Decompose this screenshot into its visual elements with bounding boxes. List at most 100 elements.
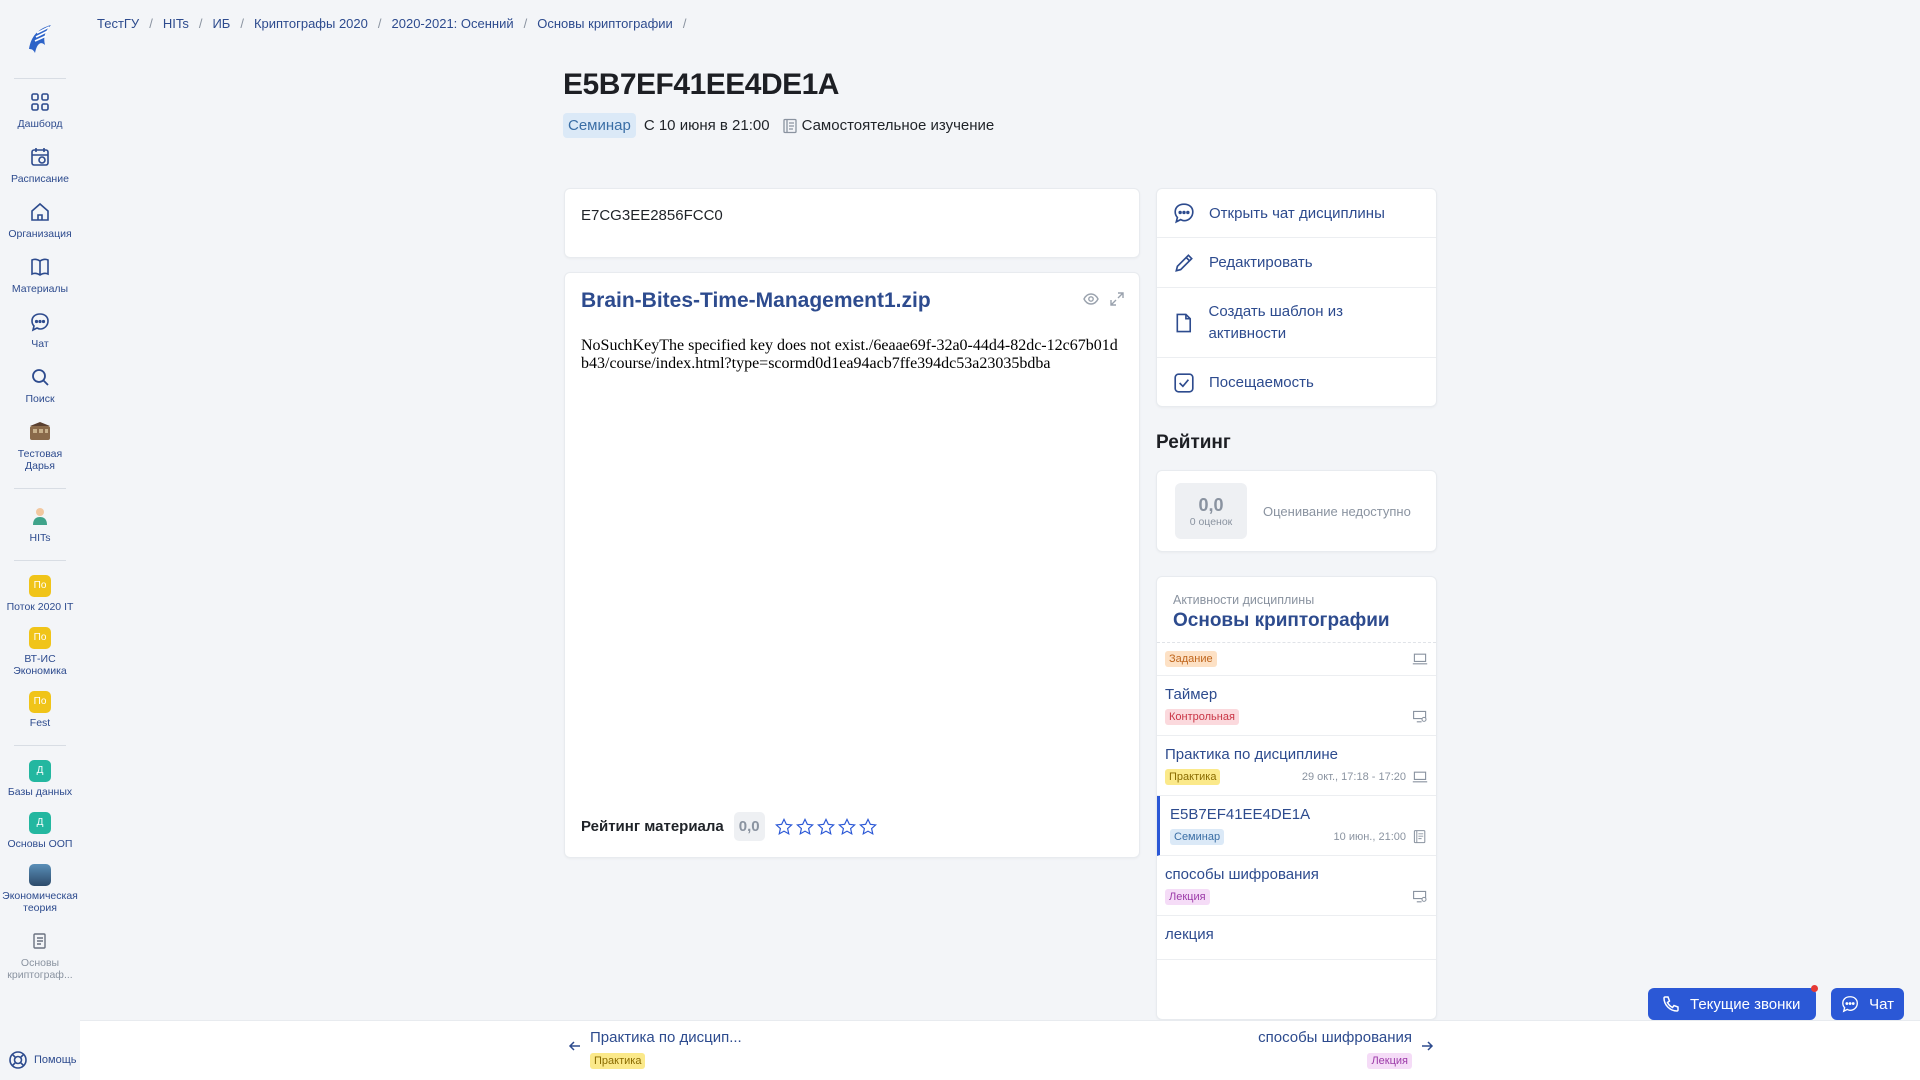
lifebuoy-icon <box>9 1051 27 1069</box>
sidebar-course-item[interactable]: Д Основы ООП <box>0 812 80 850</box>
checkbox-icon <box>1174 372 1194 393</box>
breadcrumb-separator: / <box>198 16 203 31</box>
sidebar: Дашборд Расписание Организация Материалы… <box>0 0 80 1080</box>
search-icon <box>27 364 53 390</box>
breadcrumb-item[interactable]: 2020-2021: Осенний <box>392 16 514 31</box>
activity-tag: Практика <box>1165 769 1221 785</box>
sidebar-item-materials[interactable]: Материалы <box>0 254 80 295</box>
sidebar-item-chat[interactable]: Чат <box>0 309 80 350</box>
breadcrumb-item[interactable]: Основы криптографии <box>537 16 673 31</box>
rating-card: 0,0 0 оценок Оценивание недоступно <box>1156 470 1437 552</box>
bottom-navigation: Практика по дисцип... Практика способы ш… <box>80 1020 1920 1080</box>
activity-mode: Самостоятельное изучение <box>782 117 995 134</box>
book-icon <box>27 254 53 280</box>
edit-action[interactable]: Редактировать <box>1157 238 1436 288</box>
chat-icon <box>1174 203 1194 224</box>
sidebar-group-item[interactable]: По Fest <box>0 691 80 729</box>
activity-item[interactable]: способы шифрования Лекция <box>1157 856 1436 916</box>
sidebar-item-label: Чат <box>31 338 49 350</box>
rating-heading: Рейтинг <box>1156 432 1231 453</box>
activity-tag: Семинар <box>1170 829 1225 845</box>
activity-meta: Практика 29 окт., 17:18 - 17:20 <box>1165 769 1428 785</box>
star-icon[interactable] <box>858 817 877 836</box>
star-icon[interactable] <box>837 817 856 836</box>
help-button[interactable]: Помощь <box>8 1050 77 1070</box>
hits-avatar-icon <box>27 503 53 529</box>
notification-dot <box>1811 985 1818 992</box>
rating-stars[interactable] <box>774 817 877 836</box>
sidebar-course-item[interactable]: Д Базы данных <box>0 760 80 798</box>
sidebar-item-label: Базы данных <box>7 786 73 798</box>
logo-icon[interactable] <box>22 18 58 58</box>
sidebar-item-label: Организация <box>8 228 72 240</box>
sidebar-item-dashboard[interactable]: Дашборд <box>0 89 80 130</box>
discipline-name[interactable]: Основы криптографии <box>1173 610 1420 632</box>
prev-activity-link[interactable]: Практика по дисцип... Практика <box>568 1029 742 1069</box>
current-calls-button[interactable]: Текущие звонки <box>1648 988 1816 1020</box>
next-activity-link[interactable]: способы шифрования Лекция <box>1258 1029 1434 1069</box>
document-icon <box>1176 313 1192 332</box>
calendar-icon <box>27 144 53 170</box>
attendance-action[interactable]: Посещаемость <box>1157 358 1436 407</box>
file-name-link[interactable]: Brain-Bites-Time-Management1.zip <box>581 289 931 313</box>
sidebar-course-item[interactable]: Экономическая теория <box>0 864 80 914</box>
star-icon[interactable] <box>795 817 814 836</box>
sidebar-item-label: Fest <box>29 717 51 729</box>
next-activity-label: способы шифрования <box>1258 1029 1412 1046</box>
sidebar-item-test-darya[interactable]: Тестовая Дарья <box>0 419 80 472</box>
arrow-right-icon <box>1422 1041 1434 1051</box>
activity-item[interactable]: Практика по дисциплине Практика 29 окт., 1… <box>1157 736 1436 796</box>
file-actions <box>1083 291 1125 307</box>
sidebar-course-item-current[interactable]: Основы криптограф... <box>0 928 80 981</box>
activity-item[interactable]: лекция <box>1157 916 1436 960</box>
course-image-icon <box>29 864 51 886</box>
breadcrumb-separator: / <box>523 16 528 31</box>
eye-icon[interactable] <box>1083 291 1099 307</box>
activity-item[interactable]: E5B7EF41EE4DE1A Семинар 10 июн., 21:00 <box>1157 796 1436 856</box>
activities-header: Активности дисциплины Основы криптографи… <box>1157 577 1436 643</box>
breadcrumb-separator: / <box>149 16 153 31</box>
activity-date: С 10 июня в 21:00 <box>643 117 770 134</box>
breadcrumb: ТестГУ / HITs / ИБ / Криптографы 2020 / 2020… <box>97 16 696 31</box>
activity-item[interactable]: Таймер Контрольная <box>1157 676 1436 736</box>
action-label: Редактировать <box>1209 254 1313 271</box>
sidebar-divider <box>14 560 66 561</box>
breadcrumb-item[interactable]: ИБ <box>212 16 230 31</box>
sidebar-divider <box>14 488 66 489</box>
material-rating: Рейтинг материала 0,0 <box>581 812 877 841</box>
group-avatar: По <box>29 627 51 649</box>
activity-mode-label: Самостоятельное изучение <box>801 117 995 134</box>
activity-name: лекция <box>1165 926 1214 943</box>
action-label: Посещаемость <box>1209 374 1314 391</box>
expand-icon[interactable] <box>1109 291 1125 307</box>
action-label: Создать шаблон из активности <box>1208 302 1343 342</box>
org-image-icon <box>27 419 53 445</box>
file-preview-error: NoSuchKeyThe specified key does not exis… <box>581 337 1118 372</box>
sidebar-item-hits[interactable]: HITs <box>0 503 80 544</box>
help-label: Помощь <box>34 1054 77 1066</box>
activity-meta: Контрольная <box>1165 709 1428 725</box>
sidebar-item-schedule[interactable]: Расписание <box>0 144 80 185</box>
activity-tag: Лекция <box>1165 889 1210 905</box>
chat-icon <box>1842 996 1858 1013</box>
chat-button[interactable]: Чат <box>1831 988 1904 1020</box>
sidebar-group-item[interactable]: По ВТ-ИС Экономика <box>0 627 80 677</box>
create-template-action[interactable]: Создать шаблон из активности <box>1157 288 1436 358</box>
grid-icon <box>27 89 53 115</box>
sidebar-item-label: Материалы <box>11 283 69 295</box>
current-calls-label: Текущие звонки <box>1690 995 1801 1013</box>
breadcrumb-item[interactable]: HITs <box>163 16 189 31</box>
laptop-icon <box>1412 771 1428 783</box>
sidebar-item-search[interactable]: Поиск <box>0 364 80 405</box>
breadcrumb-item[interactable]: Криптографы 2020 <box>254 16 368 31</box>
sidebar-item-organization[interactable]: Организация <box>0 199 80 240</box>
activity-item[interactable]: Задание <box>1157 643 1436 676</box>
sidebar-group-item[interactable]: По Поток 2020 IT <box>0 575 80 613</box>
star-icon[interactable] <box>774 817 793 836</box>
star-icon[interactable] <box>816 817 835 836</box>
open-chat-action[interactable]: Открыть чат дисциплины <box>1157 189 1436 238</box>
breadcrumb-item[interactable]: ТестГУ <box>97 16 139 31</box>
course-avatar: Д <box>29 760 51 782</box>
description-card: E7CG3EE2856FCC0 <box>564 188 1140 258</box>
chat-label: Чат <box>1869 995 1894 1013</box>
